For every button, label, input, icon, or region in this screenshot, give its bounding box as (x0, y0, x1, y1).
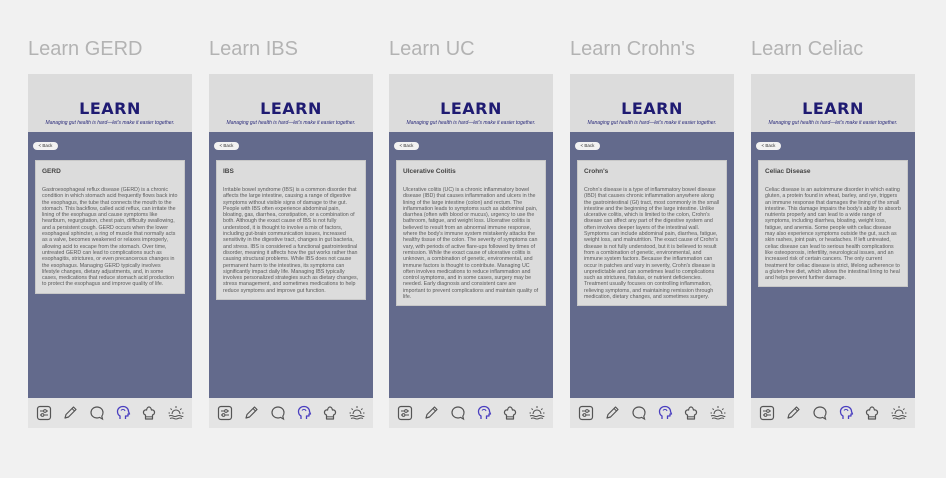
chef-hat-icon[interactable] (682, 404, 700, 422)
phone-screen-uc: LEARN Managing gut health is hard—let's … (389, 74, 553, 428)
tagline: Managing gut health is hard—let's make i… (406, 120, 536, 126)
back-button[interactable]: < Back (575, 142, 600, 150)
info-card: Ulcerative Colitis Ulcerative colitis (U… (396, 160, 546, 307)
app-header: LEARN Managing gut health is hard—let's … (209, 74, 373, 132)
back-button[interactable]: < Back (33, 142, 58, 150)
card-title: Ulcerative Colitis (403, 168, 456, 175)
chef-hat-icon[interactable] (140, 404, 158, 422)
sun-waves-icon[interactable] (167, 404, 185, 422)
sun-waves-icon[interactable] (890, 404, 908, 422)
chat-bubble-icon[interactable] (269, 404, 287, 422)
info-card: IBS Irritable bowel syndrome (IBS) is a … (216, 160, 366, 301)
phone-screen-crohns: LEARN Managing gut health is hard—let's … (570, 74, 734, 428)
back-button[interactable]: < Back (756, 142, 781, 150)
back-button[interactable]: < Back (394, 142, 419, 150)
chat-bubble-icon[interactable] (449, 404, 467, 422)
card-body: Ulcerative colitis (UC) is a chronic inf… (403, 187, 539, 301)
chat-bubble-icon[interactable] (88, 404, 106, 422)
app-logo: LEARN (621, 99, 683, 118)
sun-waves-icon[interactable] (709, 404, 727, 422)
pencil-icon[interactable] (784, 404, 802, 422)
app-logo: LEARN (260, 99, 322, 118)
chat-bubble-icon[interactable] (811, 404, 829, 422)
head-profile-icon[interactable] (656, 404, 674, 422)
head-profile-icon[interactable] (114, 404, 132, 422)
frame-title: Learn GERD (28, 38, 143, 60)
app-header: LEARN Managing gut health is hard—let's … (751, 74, 915, 132)
frame-title: Learn UC (389, 38, 475, 60)
sliders-icon[interactable] (35, 404, 53, 422)
sliders-icon[interactable] (577, 404, 595, 422)
pencil-icon[interactable] (61, 404, 79, 422)
head-profile-icon[interactable] (837, 404, 855, 422)
info-card: GERD Gastroesophageal reflux disease (GE… (35, 160, 185, 294)
frame-title: Learn IBS (209, 38, 298, 60)
chef-hat-icon[interactable] (501, 404, 519, 422)
card-body: Celiac disease is an autoimmune disorder… (765, 187, 901, 282)
pencil-icon[interactable] (422, 404, 440, 422)
head-profile-icon[interactable] (475, 404, 493, 422)
chef-hat-icon[interactable] (863, 404, 881, 422)
app-header: LEARN Managing gut health is hard—let's … (389, 74, 553, 132)
phone-screen-gerd: LEARN Managing gut health is hard—let's … (28, 74, 192, 428)
card-body: Crohn's disease is a type of inflammator… (584, 187, 720, 301)
bottom-nav (209, 398, 373, 428)
card-title: IBS (223, 168, 234, 175)
tagline: Managing gut health is hard—let's make i… (45, 120, 175, 126)
app-header: LEARN Managing gut health is hard—let's … (28, 74, 192, 132)
app-logo: LEARN (440, 99, 502, 118)
app-logo: LEARN (79, 99, 141, 118)
sliders-icon[interactable] (216, 404, 234, 422)
card-body: Gastroesophageal reflux disease (GERD) i… (42, 187, 178, 288)
bottom-nav (751, 398, 915, 428)
frame-title: Learn Celiac (751, 38, 864, 60)
chef-hat-icon[interactable] (321, 404, 339, 422)
back-button[interactable]: < Back (214, 142, 239, 150)
phone-screen-celiac: LEARN Managing gut health is hard—let's … (751, 74, 915, 428)
sliders-icon[interactable] (758, 404, 776, 422)
card-title: Celiac Disease (765, 168, 811, 175)
phone-screen-ibs: LEARN Managing gut health is hard—let's … (209, 74, 373, 428)
sun-waves-icon[interactable] (348, 404, 366, 422)
card-body: Irritable bowel syndrome (IBS) is a comm… (223, 187, 359, 294)
info-card: Celiac Disease Celiac disease is an auto… (758, 160, 908, 288)
pencil-icon[interactable] (603, 404, 621, 422)
chat-bubble-icon[interactable] (630, 404, 648, 422)
card-title: Crohn's (584, 168, 609, 175)
info-card: Crohn's Crohn's disease is a type of inf… (577, 160, 727, 307)
app-logo: LEARN (802, 99, 864, 118)
pencil-icon[interactable] (242, 404, 260, 422)
sun-waves-icon[interactable] (528, 404, 546, 422)
head-profile-icon[interactable] (295, 404, 313, 422)
sliders-icon[interactable] (396, 404, 414, 422)
tagline: Managing gut health is hard—let's make i… (587, 120, 717, 126)
card-title: GERD (42, 168, 61, 175)
bottom-nav (570, 398, 734, 428)
tagline: Managing gut health is hard—let's make i… (768, 120, 898, 126)
bottom-nav (28, 398, 192, 428)
frame-title: Learn Crohn's (570, 38, 695, 60)
app-header: LEARN Managing gut health is hard—let's … (570, 74, 734, 132)
tagline: Managing gut health is hard—let's make i… (226, 120, 356, 126)
bottom-nav (389, 398, 553, 428)
